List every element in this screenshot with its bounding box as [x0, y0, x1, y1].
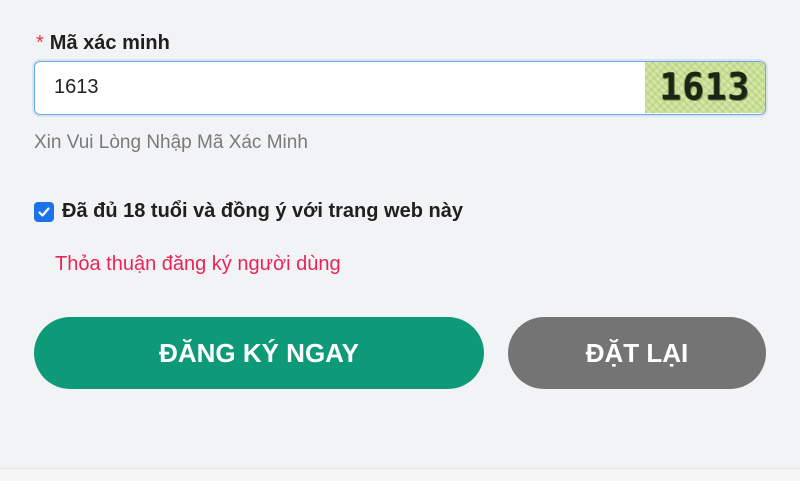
user-agreement-link[interactable]: Thỏa thuận đăng ký người dùng [55, 253, 341, 276]
captcha-input[interactable] [35, 62, 647, 113]
captcha-label-text: Mã xác minh [49, 32, 170, 54]
check-icon [38, 206, 50, 217]
agree-checkbox[interactable] [34, 201, 54, 222]
captcha-input-wrapper: 1613 [34, 61, 766, 115]
captcha-image[interactable]: 1613 [645, 62, 765, 113]
captcha-label: * Mã xác minh [36, 32, 170, 55]
agree-label[interactable]: Đã đủ 18 tuổi và đồng ý với trang web nà… [62, 200, 463, 223]
registration-form: *Mã xác minh 1613 Xin Vui Lòng Nhập Mã X… [0, 0, 800, 470]
captcha-image-text: 1613 [659, 65, 751, 110]
reset-button[interactable]: ĐẶT LẠI [508, 317, 766, 389]
bottom-divider [0, 468, 800, 481]
agreement-row: Đã đủ 18 tuổi và đồng ý với trang web nà… [34, 200, 463, 223]
register-now-button[interactable]: ĐĂNG KÝ NGAY [34, 317, 484, 389]
captcha-hint: Xin Vui Lòng Nhập Mã Xác Minh [34, 132, 308, 153]
required-mark: * [36, 32, 44, 54]
